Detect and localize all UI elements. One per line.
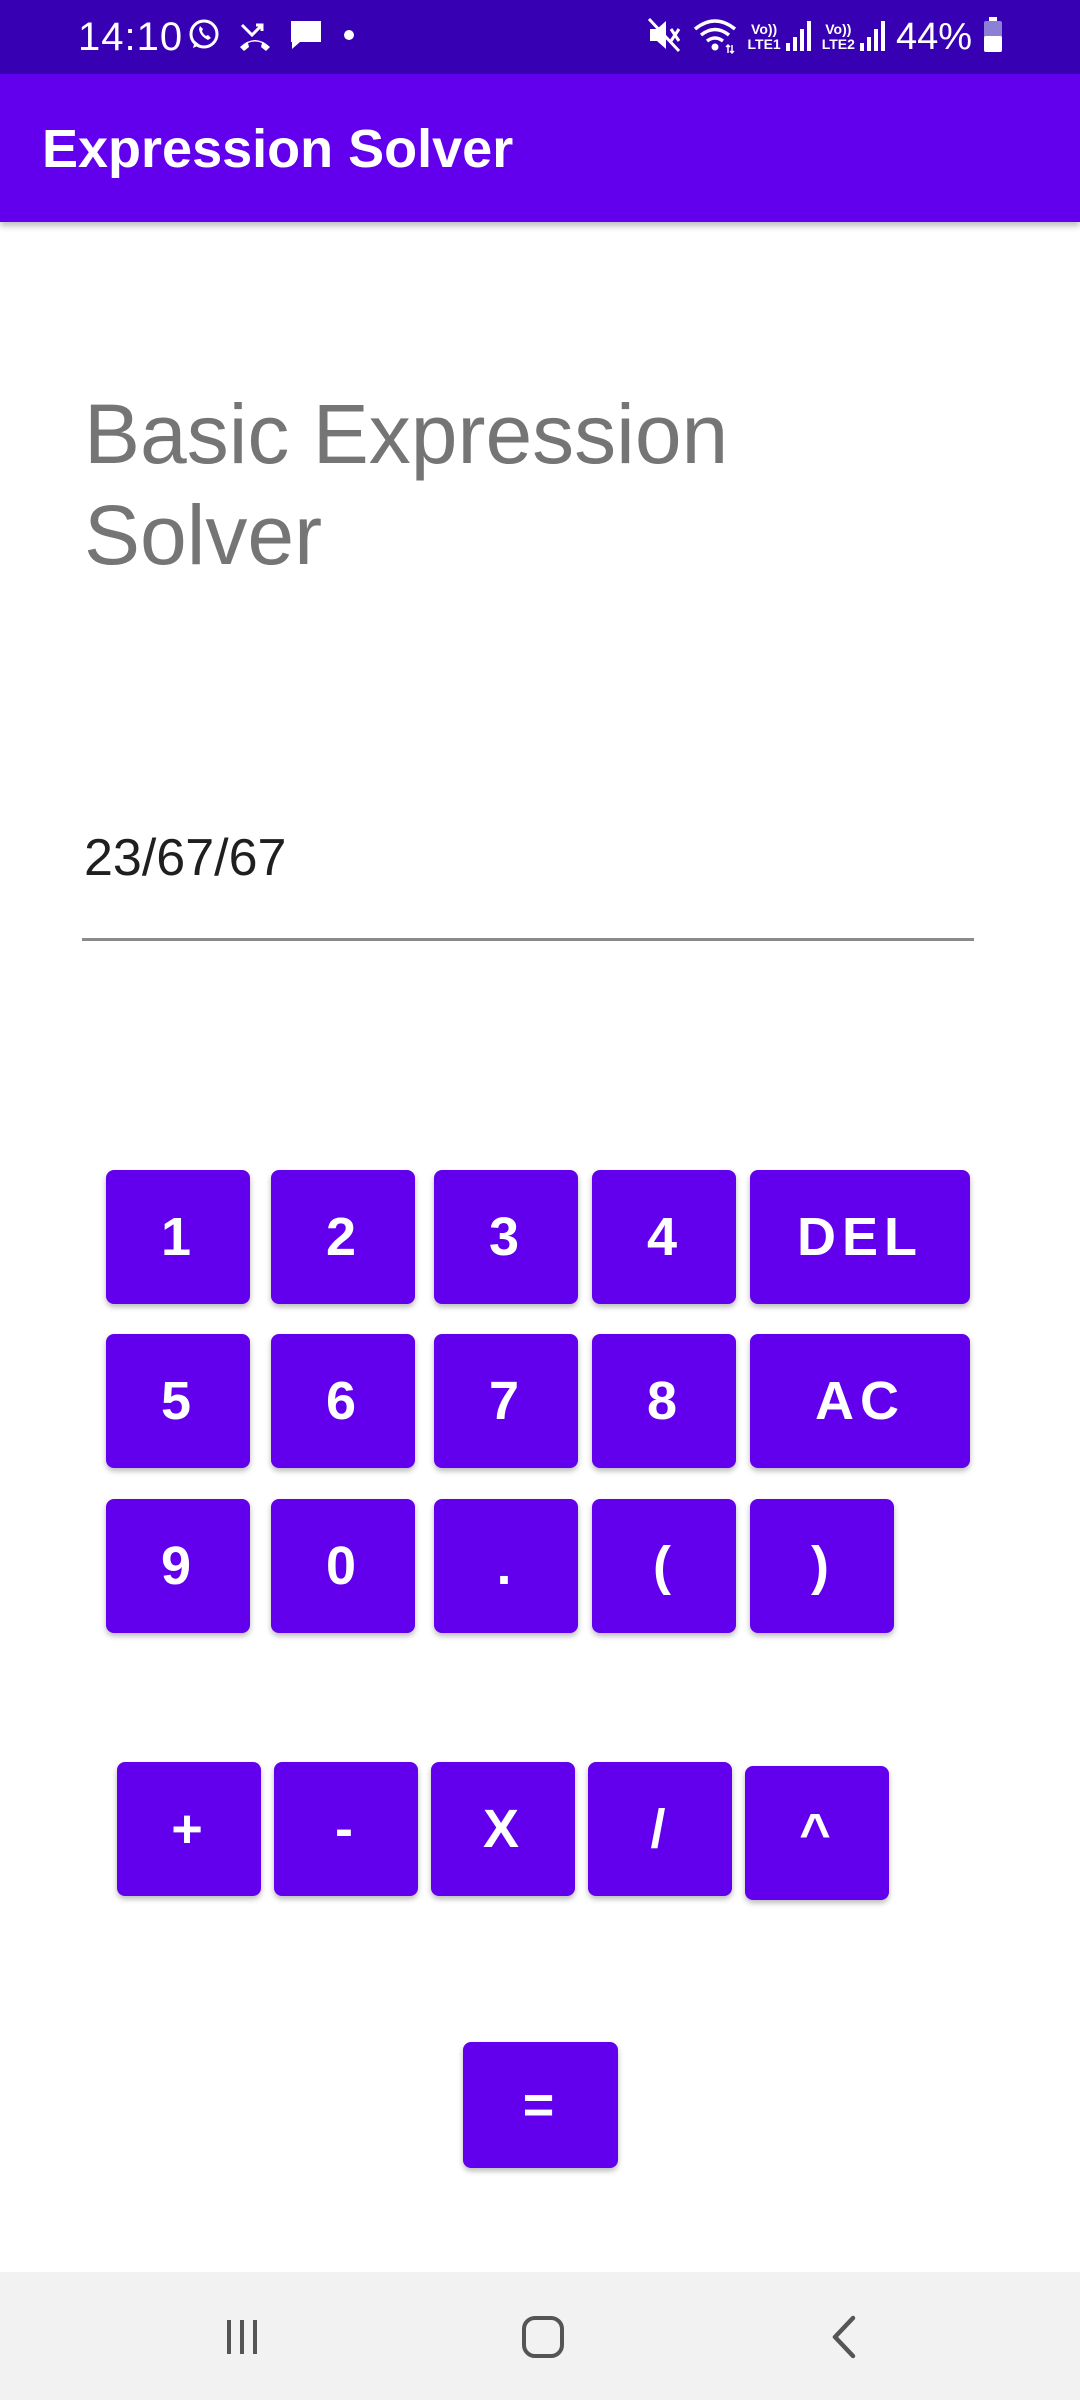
- key-6-button[interactable]: 6: [271, 1334, 415, 1468]
- plus-button[interactable]: +: [117, 1762, 261, 1896]
- key-9-button[interactable]: 9: [106, 1499, 250, 1633]
- volte-label: Vo)): [825, 21, 852, 37]
- power-button[interactable]: ^: [745, 1766, 889, 1900]
- back-icon[interactable]: [806, 2302, 886, 2372]
- expression-input[interactable]: [84, 818, 972, 898]
- message-icon: [288, 17, 324, 58]
- lte1-label: LTE1: [747, 36, 781, 52]
- app-bar: Expression Solver: [0, 74, 1080, 222]
- open-paren-button[interactable]: (: [592, 1499, 736, 1633]
- key-5-button[interactable]: 5: [106, 1334, 250, 1468]
- key-7-button[interactable]: 7: [434, 1334, 578, 1468]
- status-bar: 14:10 Vo)) LTE1 Vo)) LTE2 44%: [0, 0, 1080, 74]
- key-8-button[interactable]: 8: [592, 1334, 736, 1468]
- status-time: 14:10: [78, 15, 184, 59]
- input-underline: [82, 938, 974, 941]
- sim2-indicator: Vo)) LTE2: [822, 17, 886, 58]
- signal-icon: [858, 17, 886, 58]
- whatsapp-icon: [186, 17, 222, 58]
- battery-percent: 44%: [895, 16, 972, 58]
- page-heading: Basic Expression Solver: [84, 387, 729, 582]
- navigation-bar: [0, 2272, 1080, 2400]
- equals-button[interactable]: =: [463, 2042, 618, 2168]
- lte2-label: LTE2: [821, 36, 855, 52]
- key-4-button[interactable]: 4: [592, 1170, 736, 1304]
- dot-icon: [338, 17, 360, 58]
- key-1-button[interactable]: 1: [106, 1170, 250, 1304]
- recents-icon[interactable]: [202, 2302, 282, 2372]
- notification-icons: [186, 14, 360, 60]
- close-paren-button[interactable]: ): [750, 1499, 894, 1633]
- wifi-icon: [692, 15, 738, 60]
- sim1-indicator: Vo)) LTE1: [748, 17, 812, 58]
- screen: 14:10 Vo)) LTE1 Vo)) LTE2 44% Expression…: [0, 0, 1080, 2400]
- status-right: Vo)) LTE1 Vo)) LTE2 44%: [646, 12, 1004, 62]
- volte-label: Vo)): [751, 21, 778, 37]
- missed-call-icon: [236, 17, 274, 58]
- all-clear-button[interactable]: AC: [750, 1334, 970, 1468]
- minus-button[interactable]: -: [274, 1762, 418, 1896]
- key-3-button[interactable]: 3: [434, 1170, 578, 1304]
- decimal-point-button[interactable]: .: [434, 1499, 578, 1633]
- app-title: Expression Solver: [42, 119, 514, 179]
- signal-icon: [784, 17, 812, 58]
- home-icon[interactable]: [503, 2302, 583, 2372]
- delete-button[interactable]: DEL: [750, 1170, 970, 1304]
- mute-icon: [646, 15, 682, 60]
- multiply-button[interactable]: X: [431, 1762, 575, 1896]
- key-2-button[interactable]: 2: [271, 1170, 415, 1304]
- battery-icon: [982, 16, 1004, 59]
- divide-button[interactable]: /: [588, 1762, 732, 1896]
- key-0-button[interactable]: 0: [271, 1499, 415, 1633]
